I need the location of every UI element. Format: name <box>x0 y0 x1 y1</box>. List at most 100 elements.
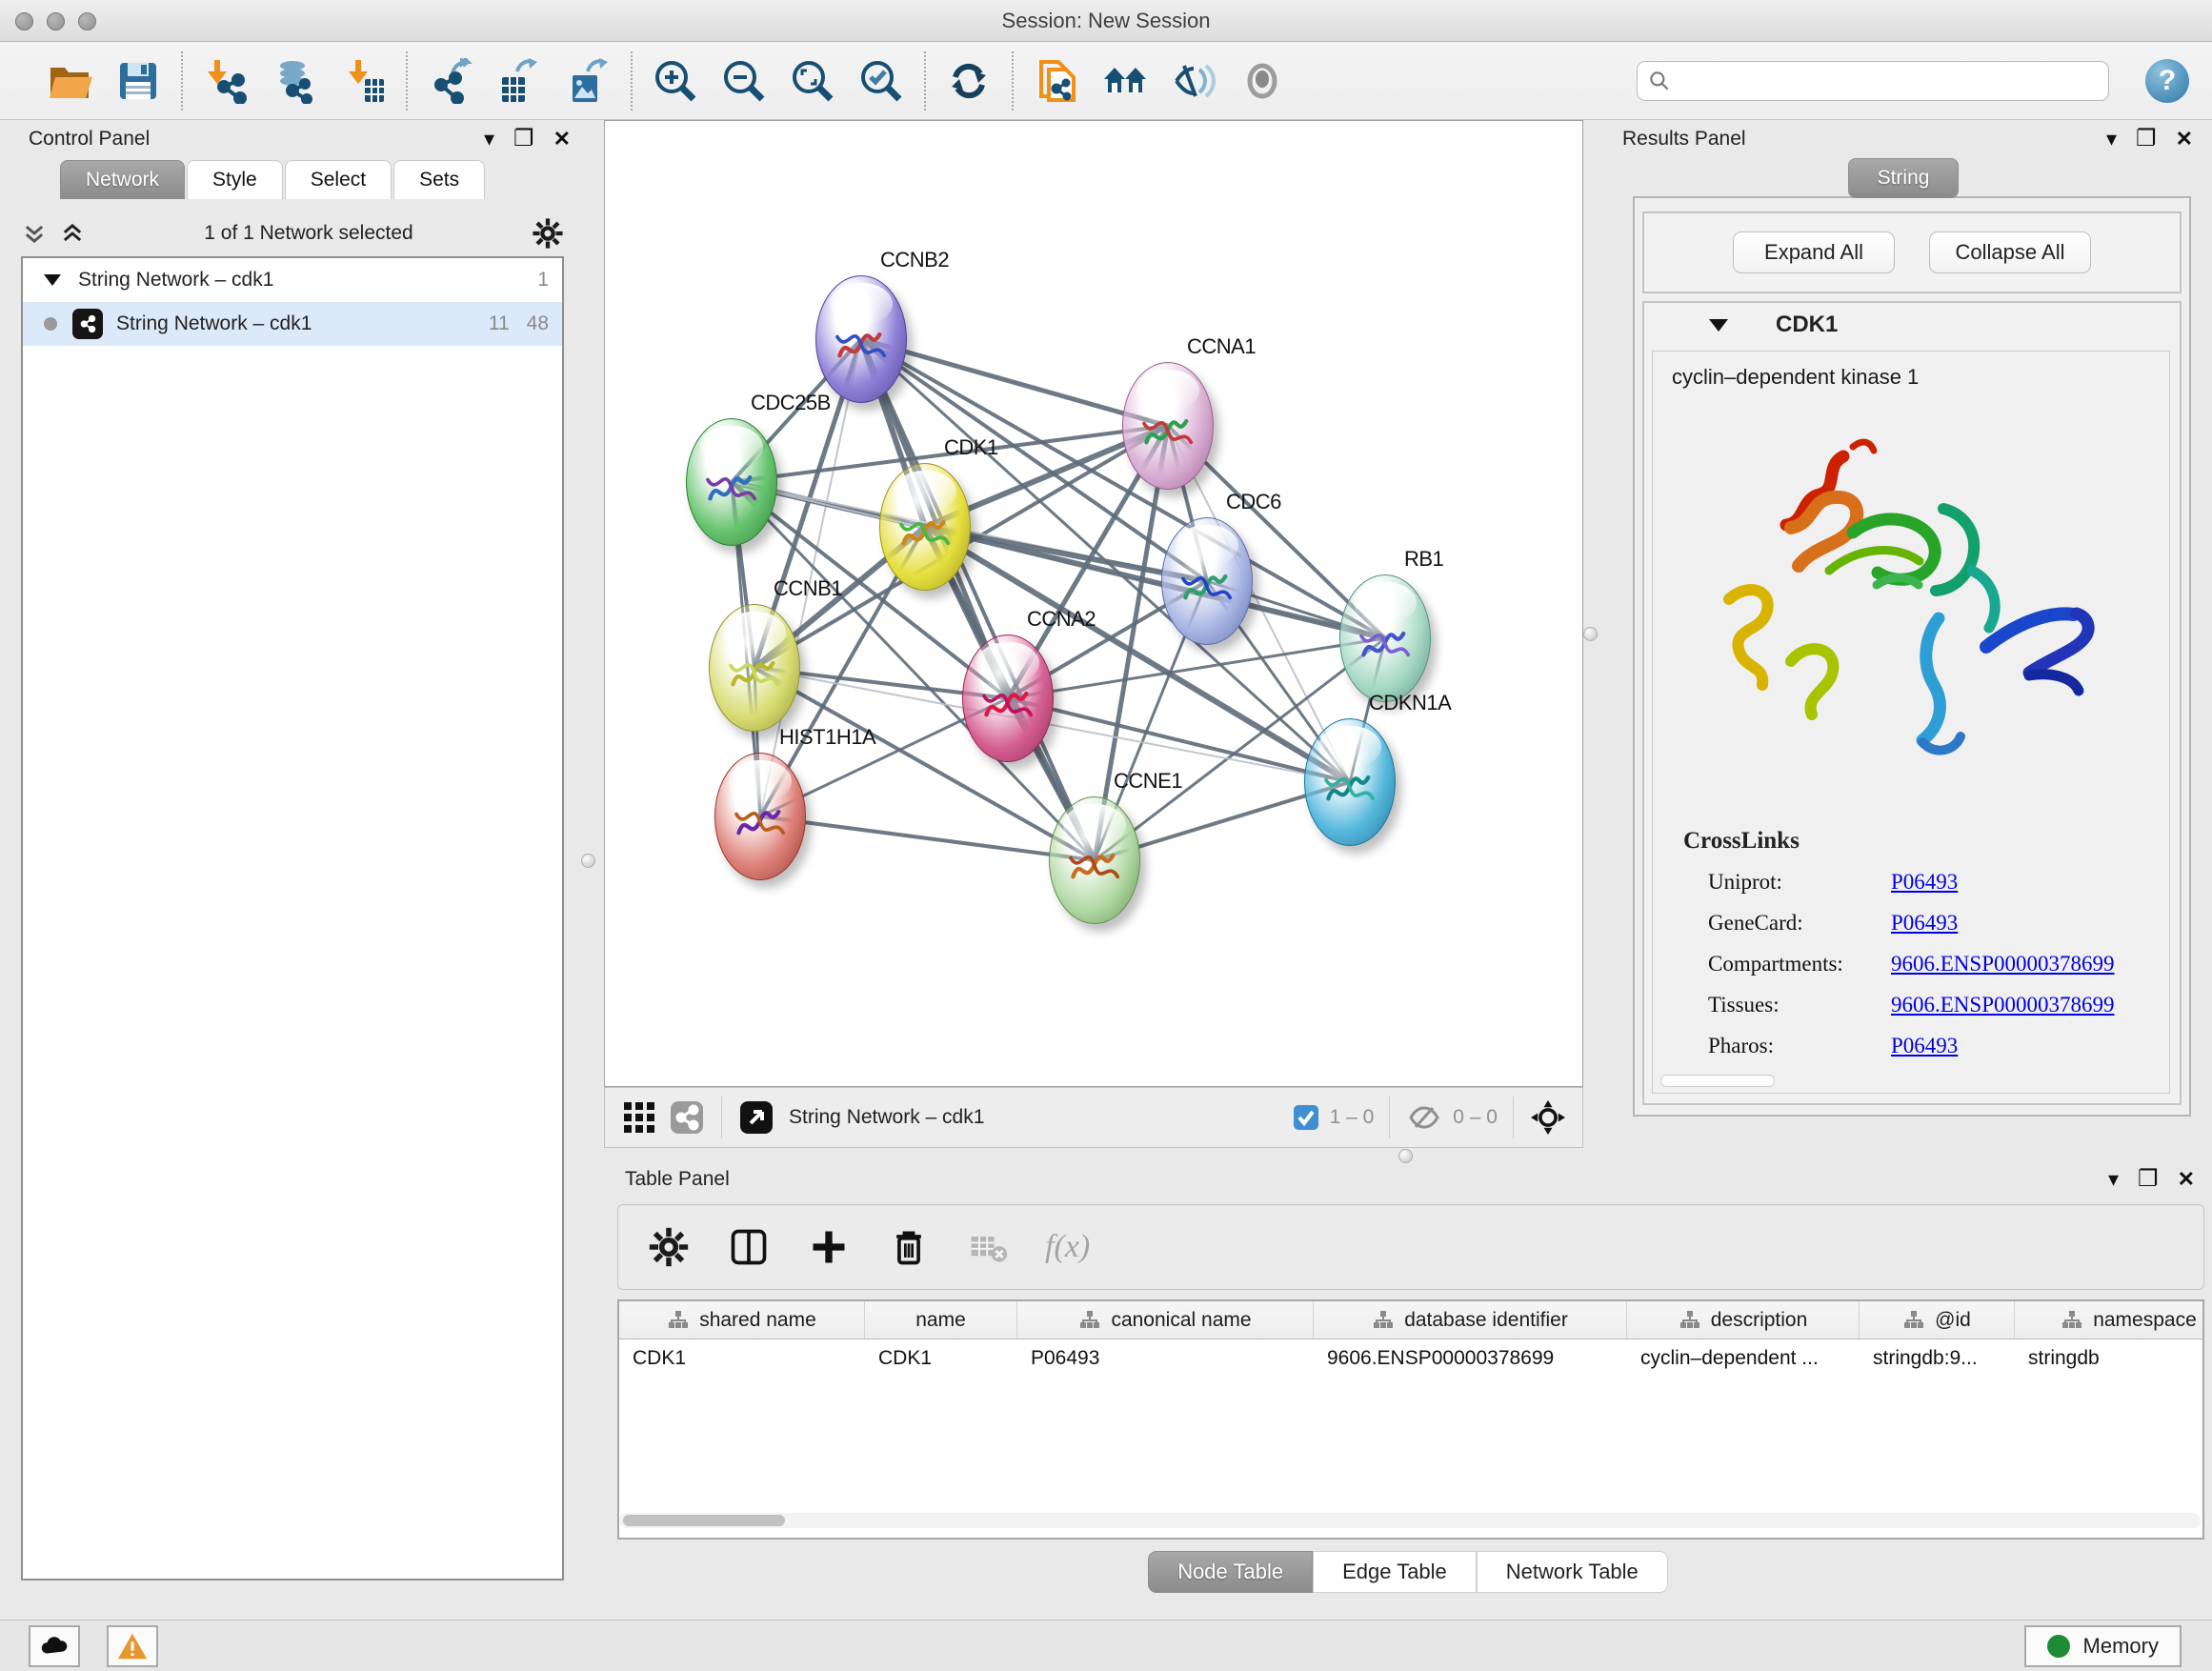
table-panel-menu-icon[interactable]: ▾ <box>2108 1169 2119 1190</box>
export-network-button[interactable] <box>427 57 474 105</box>
table-options-gear-icon[interactable] <box>645 1223 693 1271</box>
network-canvas[interactable]: CCNB2CCNA1CDC25BCDK1CDC6RB1CCNB1CCNA2CDK… <box>604 120 1583 1087</box>
open-in-new-icon[interactable] <box>737 1098 775 1137</box>
node-CCNB1[interactable] <box>709 604 800 732</box>
birdseye-grid-icon[interactable] <box>620 1098 658 1137</box>
hide-glass-eye-button[interactable] <box>1170 57 1217 105</box>
column-header-description[interactable]: description <box>1627 1301 1860 1339</box>
gene-section-caret-icon[interactable] <box>1709 319 1728 332</box>
tab-string[interactable]: String <box>1848 158 1959 198</box>
network-share-icon[interactable] <box>668 1098 706 1137</box>
export-table-button[interactable] <box>495 57 543 105</box>
results-panel-float-icon[interactable]: ❐ <box>2136 128 2157 151</box>
node-HIST1H1A[interactable] <box>714 753 806 880</box>
zoom-selected-button[interactable] <box>857 57 905 105</box>
control-panel-float-icon[interactable]: ❐ <box>513 128 534 151</box>
table-horizontal-scrollbar[interactable] <box>619 1513 2201 1528</box>
collection-expand-caret-icon[interactable] <box>44 274 61 286</box>
node-CDC6[interactable] <box>1161 517 1253 645</box>
results-horizontal-scrollbar[interactable] <box>1660 1075 1775 1087</box>
edge-CCNB2-CCNE1[interactable] <box>861 339 1095 860</box>
help-button[interactable]: ? <box>2145 59 2189 103</box>
search-input[interactable] <box>1672 64 2108 98</box>
node-CDC25B[interactable] <box>686 418 777 546</box>
tab-node-table[interactable]: Node Table <box>1148 1551 1313 1593</box>
import-network-file-button[interactable] <box>202 57 250 105</box>
duplicate-network-button[interactable] <box>1033 57 1080 105</box>
left-splitter-handle[interactable] <box>581 854 595 868</box>
fit-selection-crosshair-icon[interactable] <box>1529 1098 1567 1137</box>
table-panel-float-icon[interactable]: ❐ <box>2138 1168 2159 1191</box>
right-splitter-handle[interactable] <box>1583 627 1598 641</box>
node-CCNA2[interactable] <box>962 634 1054 762</box>
hidden-eye-slash-icon[interactable] <box>1405 1098 1443 1137</box>
network-collection-row[interactable]: String Network – cdk1 1 <box>23 258 562 302</box>
close-window-button[interactable] <box>15 12 33 30</box>
column-header-database-identifier[interactable]: database identifier <box>1314 1301 1627 1339</box>
column-header--id[interactable]: @id <box>1860 1301 2015 1339</box>
control-panel-menu-icon[interactable]: ▾ <box>484 129 494 150</box>
column-header-canonical-name[interactable]: canonical name <box>1017 1301 1314 1339</box>
column-header-name[interactable]: name <box>865 1301 1017 1339</box>
table-cell[interactable]: cyclin–dependent ... <box>1627 1339 1860 1378</box>
minimize-window-button[interactable] <box>47 12 65 30</box>
collapse-all-button[interactable]: Collapse All <box>1929 232 2091 273</box>
network-options-gear-icon[interactable] <box>532 217 564 250</box>
open-session-button[interactable] <box>46 57 93 105</box>
function-builder-icon[interactable]: f(x) <box>1045 1229 1090 1265</box>
expand-all-networks-icon[interactable] <box>59 220 86 247</box>
table-scrollbar-thumb[interactable] <box>623 1515 785 1526</box>
edge-HIST1H1A-CCNE1[interactable] <box>760 816 1095 860</box>
node-RB1[interactable] <box>1339 574 1431 702</box>
results-panel-close-icon[interactable]: ✕ <box>2176 129 2193 150</box>
tab-network[interactable]: Network <box>60 160 185 199</box>
delete-table-icon[interactable] <box>965 1223 1013 1271</box>
crosslink-link[interactable]: P06493 <box>1891 870 1958 895</box>
search-field[interactable] <box>1637 61 2109 101</box>
cloud-status-button[interactable] <box>29 1625 80 1667</box>
tab-network-table[interactable]: Network Table <box>1477 1551 1668 1593</box>
node-CDK1[interactable] <box>879 463 971 591</box>
table-cell[interactable]: CDK1 <box>619 1339 865 1378</box>
crosslink-link[interactable]: P06493 <box>1891 911 1958 936</box>
crosslink-link[interactable]: 9606.ENSP00000378699 <box>1891 952 2115 976</box>
expand-all-button[interactable]: Expand All <box>1733 232 1895 273</box>
table-cell[interactable]: stringdb:9... <box>1860 1339 2015 1378</box>
results-panel-menu-icon[interactable]: ▾ <box>2106 129 2117 150</box>
memory-button[interactable]: Memory <box>2024 1625 2182 1667</box>
collapse-all-networks-icon[interactable] <box>21 220 48 247</box>
warnings-button[interactable] <box>107 1625 158 1667</box>
tab-select[interactable]: Select <box>285 160 392 199</box>
import-table-file-button[interactable] <box>339 57 387 105</box>
tab-style[interactable]: Style <box>187 160 283 199</box>
column-header-namespace[interactable]: namespace <box>2015 1301 2204 1339</box>
table-cell[interactable]: stringdb <box>2015 1339 2204 1378</box>
zoom-window-button[interactable] <box>78 12 96 30</box>
create-column-plus-icon[interactable] <box>805 1223 853 1271</box>
crosslink-link[interactable]: P06493 <box>1891 1034 1958 1058</box>
tab-edge-table[interactable]: Edge Table <box>1313 1551 1477 1593</box>
control-panel-close-icon[interactable]: ✕ <box>553 129 571 150</box>
table-row[interactable]: CDK1CDK1P064939606.ENSP00000378699cyclin… <box>619 1339 2202 1378</box>
table-cell[interactable]: 9606.ENSP00000378699 <box>1314 1339 1627 1378</box>
save-session-button[interactable] <box>114 57 162 105</box>
zoom-in-button[interactable] <box>652 57 699 105</box>
zoom-fit-button[interactable] <box>789 57 836 105</box>
export-image-button[interactable] <box>564 57 612 105</box>
tab-sets[interactable]: Sets <box>393 160 485 199</box>
crosslink-link[interactable]: 9606.ENSP00000378699 <box>1891 993 2115 1017</box>
home-networks-button[interactable] <box>1101 57 1149 105</box>
zoom-out-button[interactable] <box>720 57 768 105</box>
selected-checkbox-icon[interactable] <box>1292 1098 1320 1137</box>
show-columns-icon[interactable] <box>725 1223 773 1271</box>
node-CCNE1[interactable] <box>1049 796 1140 924</box>
table-cell[interactable]: CDK1 <box>865 1339 1017 1378</box>
node-CCNA1[interactable] <box>1122 362 1214 490</box>
node-CDKN1A[interactable] <box>1304 718 1396 846</box>
table-cell[interactable]: P06493 <box>1017 1339 1314 1378</box>
network-row[interactable]: String Network – cdk1 11 48 <box>23 302 562 346</box>
column-header-shared-name[interactable]: shared name <box>619 1301 865 1339</box>
import-network-database-button[interactable] <box>271 57 318 105</box>
delete-column-trash-icon[interactable] <box>885 1223 933 1271</box>
show-eye-button[interactable] <box>1238 57 1286 105</box>
